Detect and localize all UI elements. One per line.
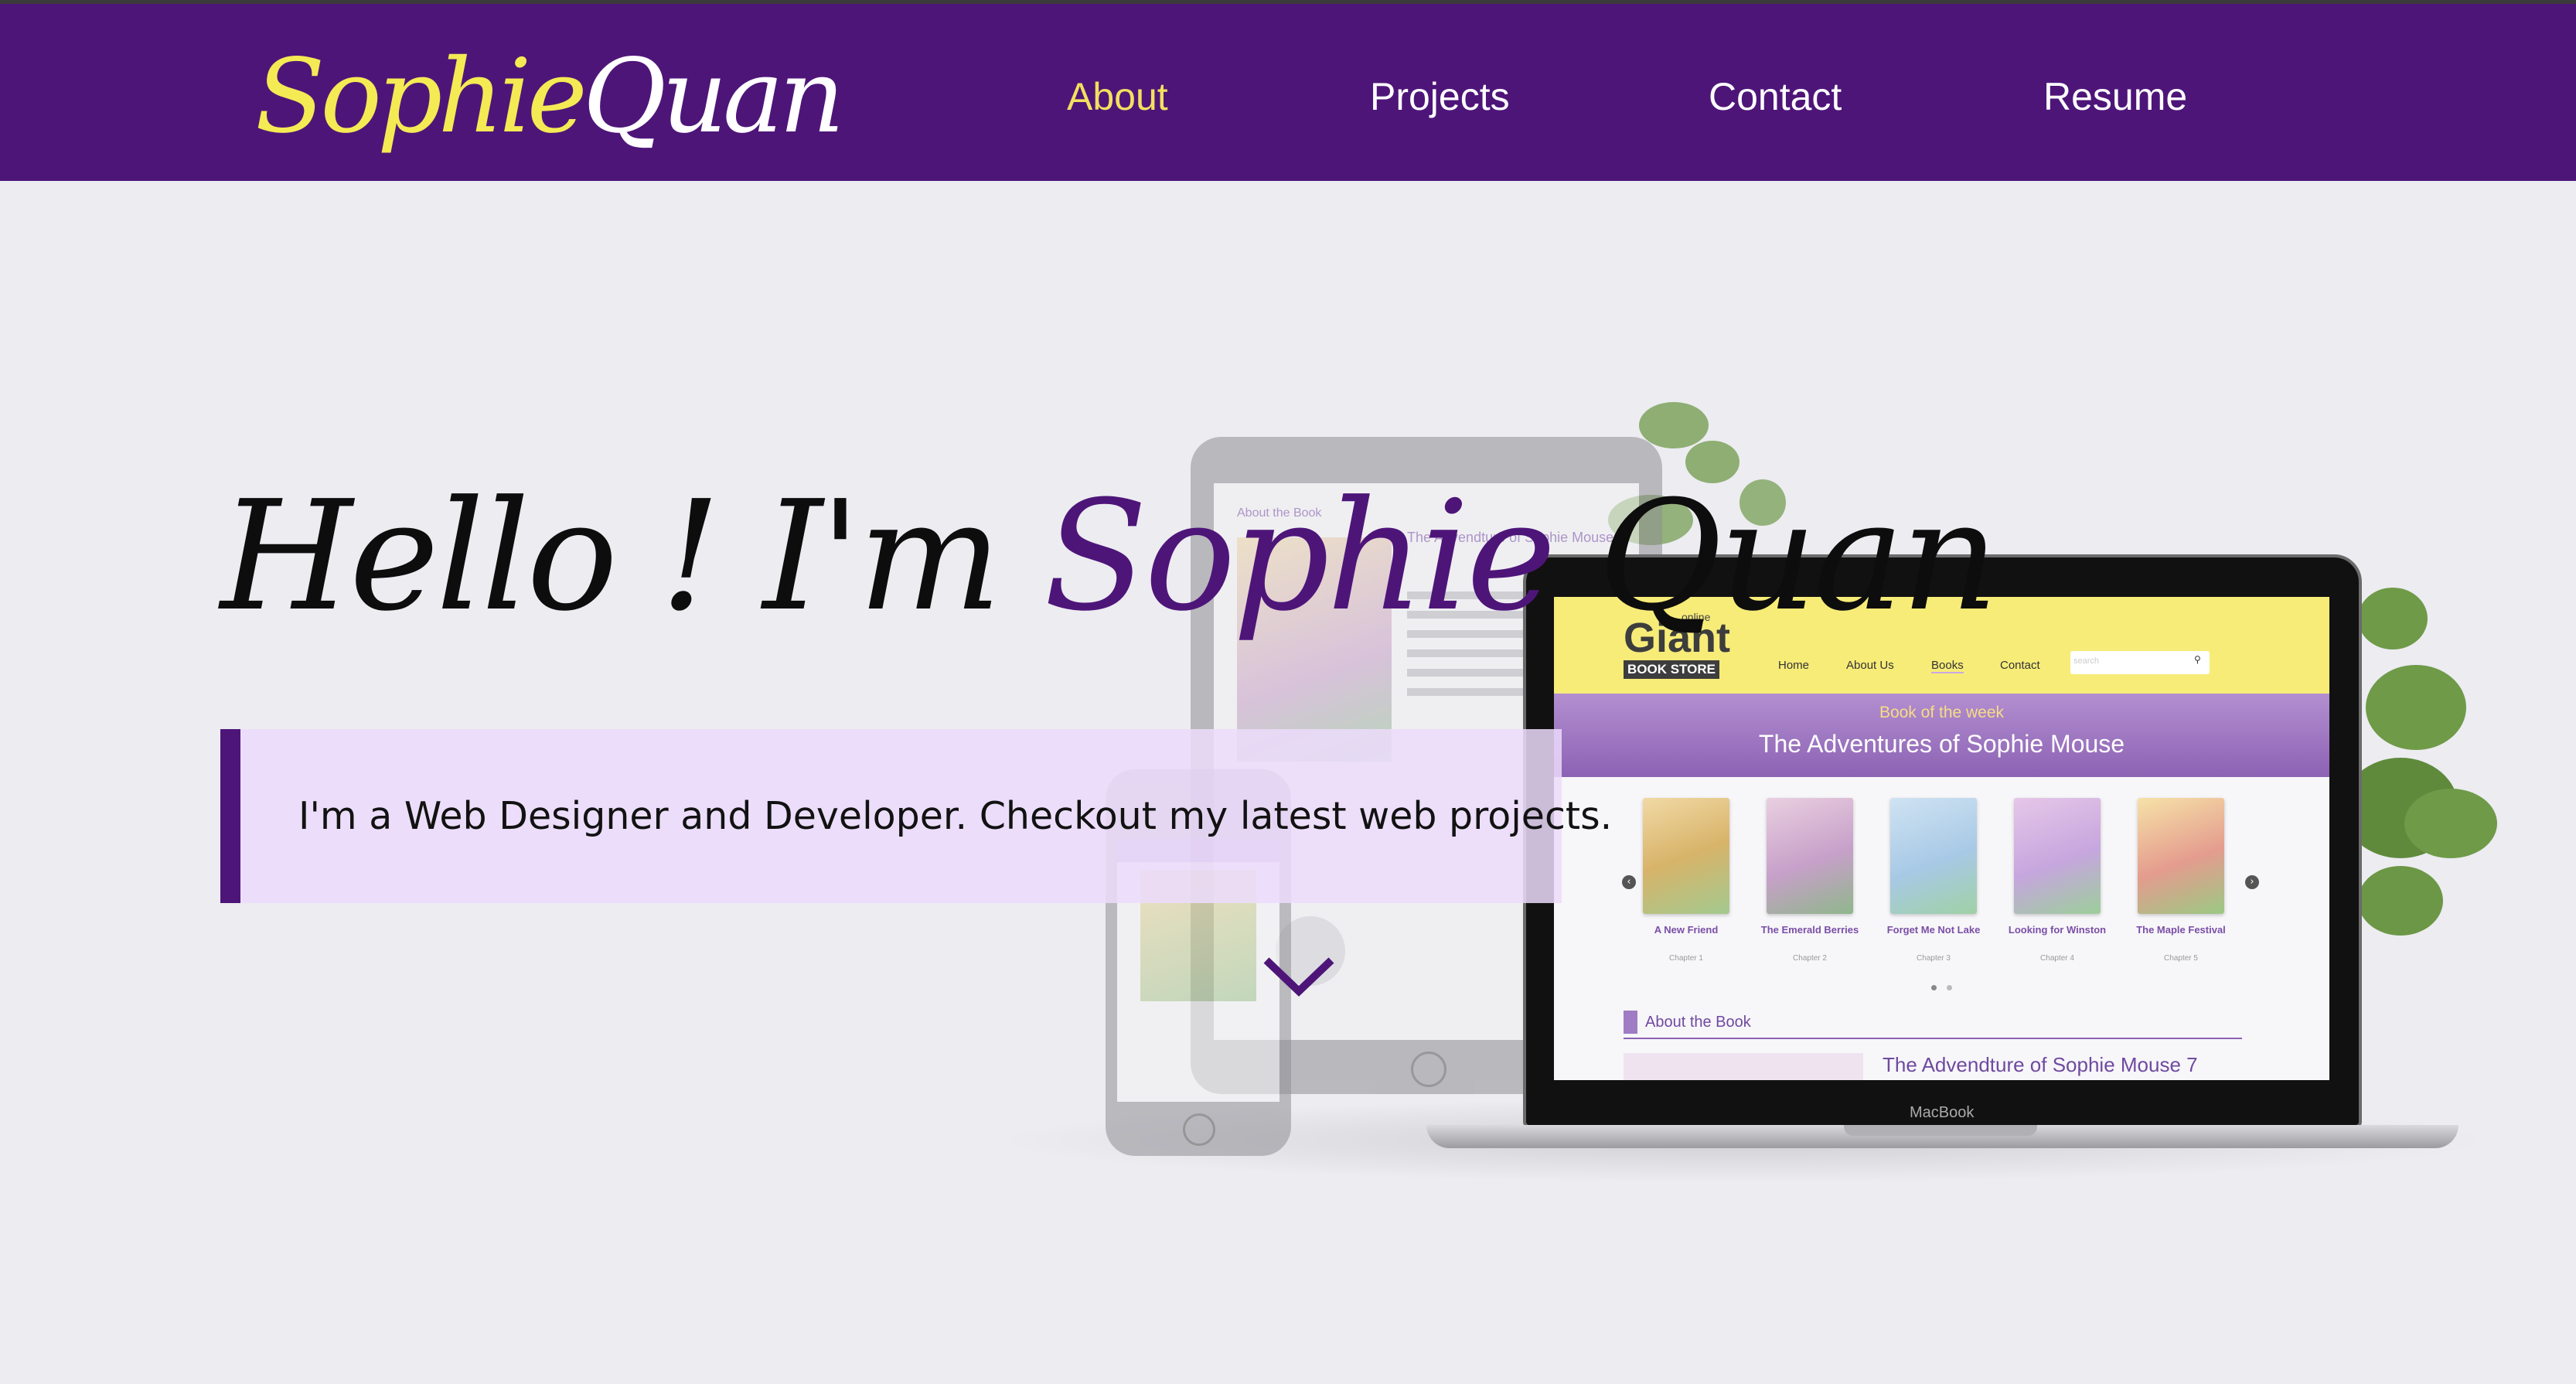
laptop-screen: online Giant BOOK STORE Home About Us Bo… [1554, 597, 2329, 1080]
search-icon: ⚲ [2194, 654, 2201, 665]
series-thumbnail [1624, 1053, 1863, 1080]
nav-resume[interactable]: Resume [2043, 66, 2187, 128]
hero-heading: Hello ! I'm Sophie Quan [220, 464, 1998, 649]
store-nav-about: About Us [1846, 659, 1894, 672]
about-divider [1624, 1038, 2242, 1039]
site-logo[interactable]: SophieQuan [255, 19, 845, 174]
plant-leaf [1639, 402, 1709, 448]
chevron-down-icon [1263, 957, 1334, 997]
hero-first-name: Sophie [1044, 469, 1556, 645]
carousel-prev-icon: ‹ [1622, 875, 1636, 889]
plant-leaf [2358, 866, 2443, 936]
store-nav-home: Home [1778, 659, 1810, 672]
tagline-box: I'm a Web Designer and Developer. Checko… [220, 729, 1612, 903]
book-chapter: Chapter 4 [2040, 954, 2074, 963]
store-nav-contact: Contact [2000, 659, 2040, 672]
nav-contact[interactable]: Contact [1709, 66, 1842, 128]
logo-first-name: Sophie [255, 37, 588, 156]
plant-leaf [2358, 588, 2428, 649]
store-nav-books: Books [1931, 659, 1964, 673]
book-cover [2014, 798, 2101, 914]
book-cover [1767, 798, 1853, 914]
carousel-next-icon: › [2245, 875, 2259, 889]
book-chapter: Chapter 2 [1793, 954, 1827, 963]
tablet-home-button [1411, 1052, 1446, 1087]
tagline-text: I'm a Web Designer and Developer. Checko… [298, 794, 1613, 838]
book-cover [1890, 798, 1977, 914]
about-book-heading: About the Book [1624, 1011, 1751, 1034]
device-label: MacBook [1910, 1104, 1975, 1121]
carousel-dot [1947, 985, 1952, 990]
carousel-dot [1931, 985, 1937, 990]
banner-title: The Adventures of Sophie Mouse [1758, 730, 2125, 758]
book-title: The Maple Festival [2136, 924, 2226, 936]
book-chapter: Chapter 1 [1669, 954, 1703, 963]
site-header: SophieQuan About Projects Contact Resume [0, 4, 2576, 181]
logo-last-name: Quan [582, 37, 845, 156]
hero-greeting: Hello ! I'm [220, 469, 1044, 645]
phone-home-button [1183, 1113, 1215, 1146]
hero-last-name: Quan [1598, 469, 1998, 645]
book-cover [1643, 798, 1729, 914]
laptop-notch [1844, 1125, 2037, 1136]
banner-small-title: Book of the week [1879, 704, 2005, 721]
book-title: Looking for Winston [2008, 924, 2107, 936]
book-title: Forget Me Not Lake [1886, 924, 1981, 936]
book-cover [2138, 798, 2224, 914]
book-title: A New Friend [1654, 924, 1719, 936]
plant-leaf [2366, 665, 2466, 750]
book-chapter: Chapter 5 [2164, 954, 2198, 963]
nav-projects[interactable]: Projects [1370, 66, 1510, 128]
book-chapter: Chapter 3 [1917, 954, 1951, 963]
book-subtitle: The Advendture of Sophie Mouse 7 [1883, 1053, 2198, 1076]
book-title: The Emerald Berries [1760, 924, 1859, 936]
store-search-placeholder: search [2073, 656, 2100, 666]
nav-about[interactable]: About [1067, 66, 1168, 128]
scroll-down-chevron-icon[interactable] [1260, 951, 1337, 1005]
plant-leaf [2404, 789, 2497, 858]
store-logo-badge: BOOK STORE [1624, 660, 1719, 679]
